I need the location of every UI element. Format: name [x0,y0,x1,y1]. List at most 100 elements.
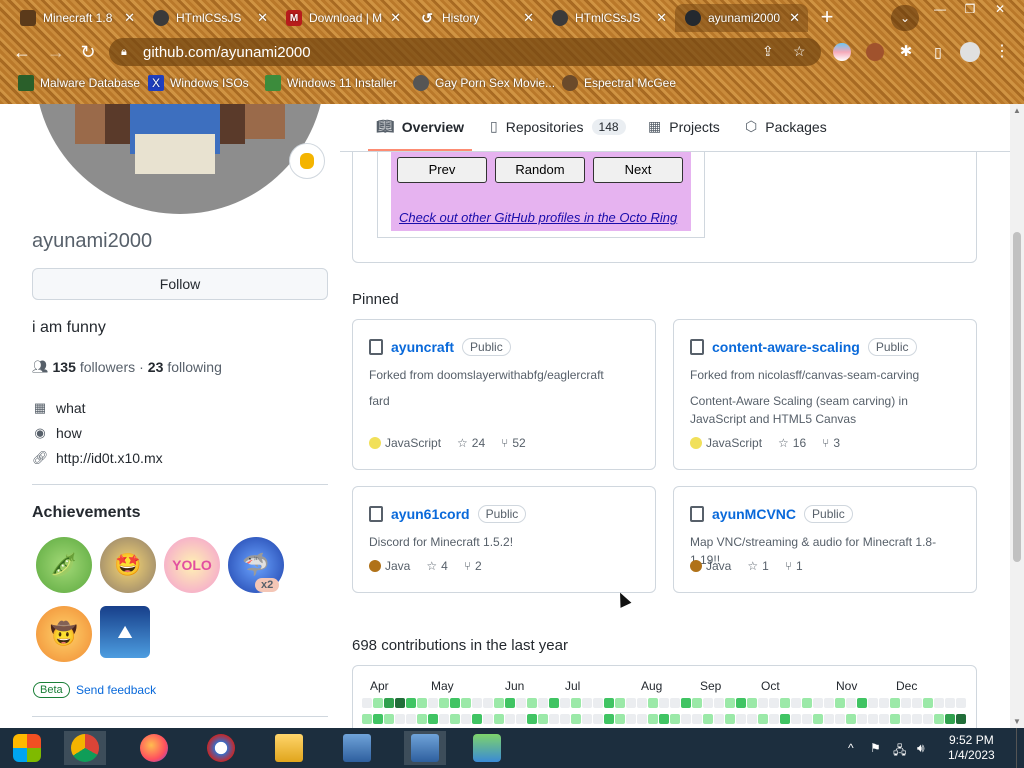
close-tab-icon[interactable]: ✕ [523,10,534,26]
extensions-puzzle-icon[interactable]: ✱ [894,41,918,65]
contribution-cell[interactable] [615,714,625,724]
contribution-cell[interactable] [384,714,394,724]
contribution-cell[interactable] [439,714,449,724]
repo-name-link[interactable]: content-aware-scaling [712,339,860,355]
profile-avatar[interactable] [35,104,325,214]
contribution-cell[interactable] [494,714,504,724]
contribution-cell[interactable] [879,698,889,708]
tab-htmlcssjs-2[interactable]: HTmlCSsJS ✕ [542,4,675,32]
contribution-cell[interactable] [945,698,955,708]
contribution-cell[interactable] [483,714,493,724]
contribution-cell[interactable] [538,698,548,708]
taskbar-app-3[interactable] [200,731,242,765]
contribution-cell[interactable] [450,698,460,708]
bookmark-star-icon[interactable]: ☆ [793,43,806,60]
contribution-cell[interactable] [549,714,559,724]
followers-link[interactable]: followers [80,359,135,375]
taskbar-firefox[interactable] [133,731,175,765]
contribution-cell[interactable] [956,698,966,708]
contribution-cell[interactable] [890,698,900,708]
contribution-cell[interactable] [857,714,867,724]
contribution-cell[interactable] [813,698,823,708]
contribution-cell[interactable] [472,698,482,708]
contribution-cell[interactable] [736,698,746,708]
contribution-cell[interactable] [835,714,845,724]
following-link[interactable]: following [167,359,221,375]
close-tab-icon[interactable]: ✕ [390,10,401,26]
contribution-cell[interactable] [527,714,537,724]
send-feedback-link[interactable]: Send feedback [76,683,156,697]
contribution-cell[interactable] [615,698,625,708]
contribution-cell[interactable] [802,714,812,724]
contribution-cell[interactable] [692,714,702,724]
contribution-cell[interactable] [670,714,680,724]
bookmark-windows-11-installer[interactable]: Windows 11 Installer [265,75,397,91]
following-count[interactable]: 23 [148,359,164,375]
contribution-cell[interactable] [703,698,713,708]
contribution-cell[interactable] [692,698,702,708]
tab-download[interactable]: M Download | M ✕ [276,4,409,32]
contribution-cell[interactable] [582,698,592,708]
contribution-cell[interactable] [417,698,427,708]
bookmark-windows-isos[interactable]: X Windows ISOs [148,75,249,91]
contribution-cell[interactable] [461,698,471,708]
contribution-cell[interactable] [901,698,911,708]
contribution-cell[interactable] [923,714,933,724]
contribution-cell[interactable] [769,714,779,724]
follow-button[interactable]: Follow [32,268,328,300]
contribution-cell[interactable] [846,714,856,724]
taskbar-file-explorer[interactable] [268,731,310,765]
tab-history[interactable]: ↺ History ✕ [409,4,542,32]
contribution-cell[interactable] [549,698,559,708]
contribution-cell[interactable] [857,698,867,708]
contribution-cell[interactable] [912,714,922,724]
contribution-cell[interactable] [604,698,614,708]
contribution-cell[interactable] [802,698,812,708]
contribution-cell[interactable] [395,714,405,724]
close-tab-icon[interactable]: ✕ [124,10,135,26]
contribution-cell[interactable] [472,714,482,724]
contribution-cell[interactable] [791,714,801,724]
contribution-cell[interactable] [758,714,768,724]
contribution-cell[interactable] [934,714,944,724]
repo-name-link[interactable]: ayun61cord [391,506,470,522]
forks-link[interactable]: ⑂ 2 [464,559,482,573]
bookmark-malware-database[interactable]: Malware Database [18,75,140,91]
forks-link[interactable]: ⑂ 52 [501,436,526,450]
contribution-cell[interactable] [626,714,636,724]
octo-next-button[interactable]: Next [593,157,683,183]
followers-count[interactable]: 135 [53,359,76,375]
octo-random-button[interactable]: Random [495,157,585,183]
octo-ring-link[interactable]: Check out other GitHub profiles in the O… [399,210,677,225]
contribution-cell[interactable] [593,714,603,724]
contribution-cell[interactable] [637,698,647,708]
contribution-cell[interactable] [428,714,438,724]
contribution-cell[interactable] [450,714,460,724]
contribution-cell[interactable] [571,714,581,724]
taskbar-app-6[interactable] [404,731,446,765]
tab-overview[interactable]: 📖︎ Overview [376,118,464,135]
show-desktop-button[interactable] [1016,728,1024,768]
contribution-cell[interactable] [505,714,515,724]
repo-name-link[interactable]: ayuncraft [391,339,454,355]
starstruck-badge-icon[interactable]: 🤩 [100,537,156,593]
contribution-cell[interactable] [571,698,581,708]
reload-button[interactable]: ↻ [76,41,100,65]
taskbar-chrome[interactable] [64,731,106,765]
contribution-cell[interactable] [813,714,823,724]
contribution-cell[interactable] [626,698,636,708]
contribution-cell[interactable] [879,714,889,724]
contribution-cell[interactable] [648,714,658,724]
yolo-badge-icon[interactable]: YOLO [164,537,220,593]
contribution-cell[interactable] [461,714,471,724]
contribution-cell[interactable] [483,698,493,708]
contribution-cell[interactable] [439,698,449,708]
bookmark-link-4[interactable]: Gay Porn Sex Movie... [413,75,555,91]
contribution-cell[interactable] [780,714,790,724]
contribution-cell[interactable] [527,698,537,708]
volume-icon[interactable]: 🔊︎ [917,741,925,756]
new-tab-button[interactable]: + [815,6,839,30]
share-icon[interactable]: ⇪ [762,43,774,60]
contribution-cell[interactable] [769,698,779,708]
forks-link[interactable]: ⑂ 3 [822,436,840,450]
